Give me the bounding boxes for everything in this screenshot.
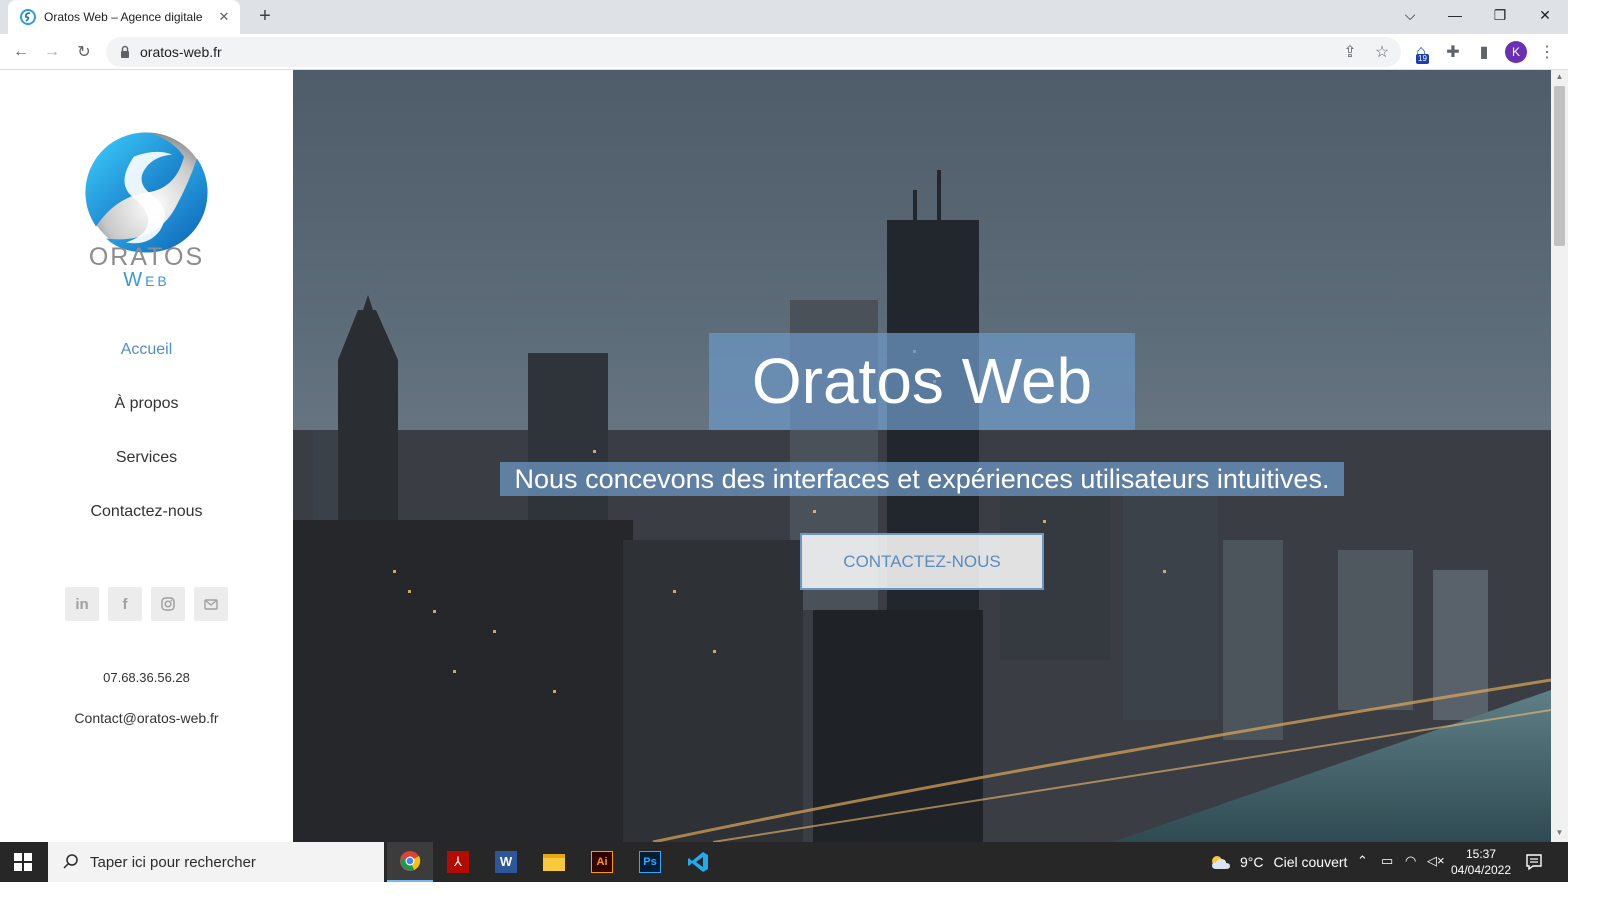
logo-wordmark-oratos: ORATOS	[88, 243, 205, 271]
search-icon	[63, 854, 78, 869]
tab-search-icon[interactable]: ⌵	[1388, 0, 1432, 30]
linkedin-icon[interactable]: in	[65, 587, 99, 621]
windows-taskbar: Taper ici pour rechercher ⅄ W Ai Ps 9°C …	[0, 842, 1568, 882]
photoshop-app-icon[interactable]: Ps	[627, 842, 673, 882]
side-panel-icon[interactable]: ▮	[1471, 39, 1497, 65]
minimize-button[interactable]: —	[1433, 0, 1477, 30]
page-scrollbar[interactable]: ▲ ▼	[1551, 70, 1568, 842]
clock-time: 15:37	[1465, 847, 1497, 861]
taskbar-search-placeholder: Taper ici pour rechercher	[90, 853, 256, 871]
chrome-app-icon[interactable]	[387, 842, 433, 882]
contact-cta-button[interactable]: CONTACTEZ-NOUS	[800, 533, 1044, 590]
close-window-button[interactable]: ✕	[1523, 0, 1567, 30]
nav-item-a-propos[interactable]: À propos	[0, 394, 293, 448]
hero-title: Oratos Web	[709, 333, 1135, 430]
volume-muted-icon[interactable]: ◁×	[1427, 853, 1445, 869]
windows-start-icon[interactable]	[0, 842, 46, 882]
bookmark-star-icon[interactable]: ☆	[1369, 39, 1395, 65]
battery-icon[interactable]: ▭	[1381, 853, 1393, 869]
browser-tab[interactable]: Oratos Web – Agence digitale ✕	[8, 0, 240, 34]
taskbar-clock[interactable]: 15:37 04/04/2022	[1448, 846, 1514, 878]
close-tab-icon[interactable]: ✕	[216, 9, 232, 25]
oratos-favicon-icon	[20, 9, 36, 25]
extensions-puzzle-icon[interactable]: ✚	[1440, 39, 1466, 65]
file-explorer-icon[interactable]	[531, 842, 577, 882]
new-tab-button[interactable]: +	[253, 5, 277, 29]
wifi-icon[interactable]: ◠	[1405, 853, 1416, 869]
tab-title: Oratos Web – Agence digitale	[44, 10, 203, 24]
scroll-thumb[interactable]	[1554, 86, 1565, 246]
clock-date: 04/04/2022	[1450, 863, 1512, 877]
share-icon[interactable]: ⇪	[1337, 39, 1363, 65]
reload-button[interactable]: ↻	[71, 39, 97, 65]
contact-email[interactable]: Contact@oratos-web.fr	[0, 710, 293, 726]
url-text: oratos-web.fr	[140, 44, 222, 60]
scroll-down-icon[interactable]: ▼	[1551, 826, 1568, 840]
forward-button[interactable]: →	[39, 39, 65, 65]
nav-item-accueil[interactable]: Accueil	[0, 340, 293, 394]
menu-kebab-icon[interactable]: ⋮	[1534, 39, 1560, 65]
restore-button[interactable]: ❐	[1478, 0, 1522, 30]
hero-subtitle: Nous concevons des interfaces et expérie…	[500, 462, 1344, 496]
main-navigation: Accueil À propos Services Contactez-nous	[0, 340, 293, 556]
back-button[interactable]: ←	[8, 39, 34, 65]
word-app-icon[interactable]: W	[483, 842, 529, 882]
acrobat-app-icon[interactable]: ⅄	[435, 842, 481, 882]
weather-temperature: 9°C	[1240, 854, 1264, 870]
hero-section: Oratos Web Nous concevons des interfaces…	[293, 70, 1551, 842]
vscode-app-icon[interactable]	[675, 842, 721, 882]
contact-phone[interactable]: 07.68.36.56.28	[0, 670, 293, 685]
show-hidden-icons-icon[interactable]: ⌃	[1357, 853, 1368, 869]
profile-avatar[interactable]: K	[1505, 41, 1527, 63]
mail-icon[interactable]	[194, 587, 228, 621]
lock-icon	[121, 45, 129, 58]
scroll-up-icon[interactable]: ▲	[1551, 70, 1568, 84]
instagram-icon[interactable]	[151, 587, 185, 621]
taskbar-search-input[interactable]: Taper ici pour rechercher	[48, 842, 384, 882]
logo-wordmark-web: Web	[123, 269, 170, 291]
city-skyline-image	[293, 170, 1551, 842]
nav-item-contactez-nous[interactable]: Contactez-nous	[0, 502, 293, 556]
browser-toolbar: ← → ↻ oratos-web.fr ⇪ ☆ ⌂ 19 ✚ ▮ K ⋮	[0, 34, 1568, 70]
browser-tab-strip: Oratos Web – Agence digitale ✕ + ⌵ — ❐ ✕	[0, 0, 1568, 34]
weather-description: Ciel couvert	[1273, 854, 1348, 870]
social-links: in f	[65, 587, 228, 621]
facebook-icon[interactable]: f	[108, 587, 142, 621]
illustrator-app-icon[interactable]: Ai	[579, 842, 625, 882]
nav-item-services[interactable]: Services	[0, 448, 293, 502]
site-sidebar: ORATOS Web Accueil À propos Services Con…	[0, 70, 293, 842]
address-bar[interactable]: oratos-web.fr	[106, 37, 1401, 67]
notification-center-icon[interactable]	[1524, 852, 1544, 872]
cloud-weather-icon	[1212, 856, 1230, 869]
extension-badge: 19	[1416, 54, 1429, 64]
weather-widget[interactable]: 9°C Ciel couvert	[1210, 842, 1347, 882]
